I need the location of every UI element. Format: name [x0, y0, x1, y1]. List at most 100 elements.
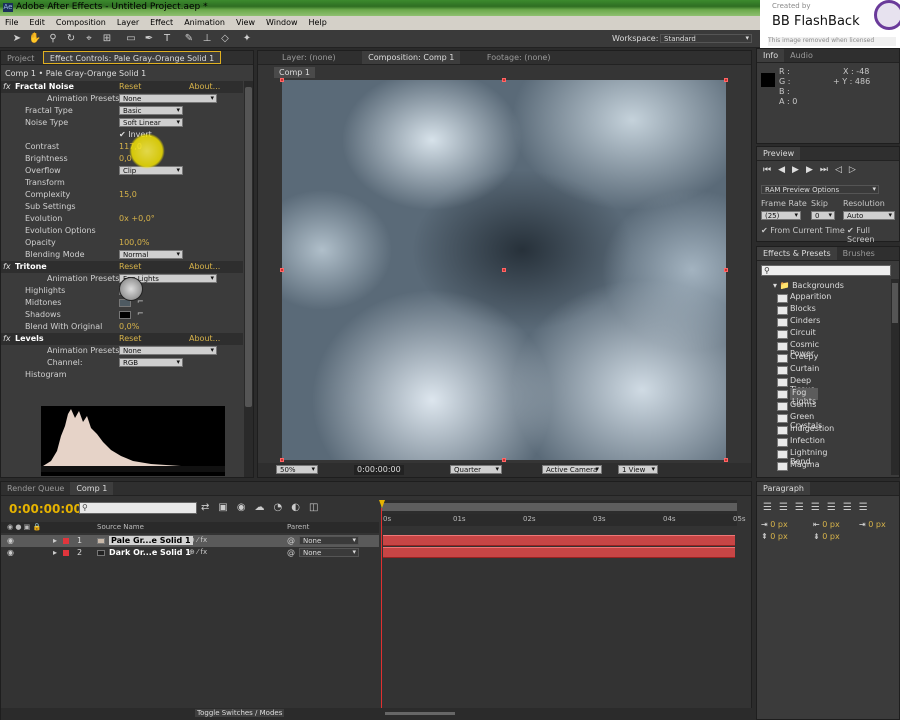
effect-dropdown[interactable]: Soft Linear	[119, 118, 183, 127]
about-link[interactable]: About...	[189, 82, 220, 91]
effects-search-input[interactable]: ⚲	[761, 265, 891, 276]
layer-track-bar[interactable]	[383, 535, 735, 546]
resolution-preview-select[interactable]: Auto	[843, 211, 895, 220]
source-name-header[interactable]: Source Name	[97, 523, 144, 531]
effect-value[interactable]: 15,0	[119, 190, 137, 199]
handle-mr[interactable]	[724, 268, 728, 272]
work-area-bar[interactable]	[381, 500, 737, 514]
tab-comp-1[interactable]: Comp 1	[70, 482, 114, 495]
effect-preset-item[interactable]: Indigestion	[776, 424, 834, 436]
reset-link[interactable]: Reset	[119, 334, 141, 343]
full-screen-checkbox[interactable]: ✔ Full Screen	[847, 226, 899, 244]
effect-value[interactable]: 0x +0,0°	[119, 214, 155, 223]
effect-value[interactable]: 100,0%	[119, 238, 150, 247]
folder-backgrounds[interactable]: ▾ 📁 Backgrounds	[773, 281, 844, 290]
tab-render-queue[interactable]: Render Queue	[1, 482, 70, 495]
tab-layer[interactable]: Layer: (none)	[276, 51, 342, 64]
effects-scroll-thumb[interactable]	[892, 283, 898, 323]
effect-preset-item[interactable]: Apparition	[776, 292, 831, 304]
handle-br[interactable]	[724, 458, 728, 462]
switches-icon[interactable]: ⊕ ⁄ fx	[189, 548, 207, 556]
zoom-tool-icon[interactable]: ⚲	[46, 32, 60, 45]
effect-preset-item[interactable]: Circuit	[777, 328, 816, 340]
tab-composition[interactable]: Composition: Comp 1	[362, 51, 461, 64]
current-time-indicator[interactable]	[379, 500, 385, 720]
clone-stamp-tool-icon[interactable]: ⊥	[200, 32, 214, 45]
effect-preset-item[interactable]: Infection	[777, 436, 825, 448]
transport-controls[interactable]: ⏮◀▶▶⏭◁▷	[763, 165, 863, 175]
scrollbar-thumb[interactable]	[245, 87, 252, 407]
effects-scrollbar[interactable]	[891, 279, 899, 475]
timeline-search-input[interactable]: ⚲	[79, 502, 197, 514]
effect-preset-item[interactable]: Fog Lights	[776, 388, 819, 406]
cti-head[interactable]	[379, 500, 385, 508]
handle-tc[interactable]	[502, 78, 506, 82]
space-after[interactable]: ⇟ 0 px	[813, 532, 840, 541]
handle-tr[interactable]	[724, 78, 728, 82]
pan-behind-tool-icon[interactable]: ⊞	[100, 32, 114, 45]
effect-dropdown[interactable]: Basic	[119, 106, 183, 115]
effect-preset-item[interactable]: Cinders	[776, 316, 820, 328]
about-link[interactable]: About...	[189, 334, 220, 343]
parent-pickwhip-icon[interactable]: @	[287, 536, 295, 545]
parent-select[interactable]: None	[299, 536, 359, 545]
from-current-checkbox[interactable]: ✔ From Current Time	[761, 226, 845, 235]
layer-color-label[interactable]	[63, 538, 69, 544]
selection-tool-icon[interactable]: ➤	[10, 32, 24, 45]
layer-name[interactable]: Pale Gr...e Solid 1	[109, 536, 193, 545]
layer-name[interactable]: Dark Or...e Solid 1	[109, 548, 191, 557]
parent-select[interactable]: None	[299, 548, 359, 557]
effect-value[interactable]: 0,0%	[119, 322, 139, 331]
layer-row[interactable]: ◉ ▸ 1 Pale Gr...e Solid 1 ⊕ ⁄ fx @ None	[1, 535, 379, 547]
indent-left[interactable]: ⇥ 0 px	[761, 520, 788, 529]
handle-tl[interactable]	[280, 78, 284, 82]
tab-effect-controls[interactable]: Effect Controls: Pale Gray-Orange Solid …	[42, 51, 222, 64]
time-ruler[interactable]: 0s 01s 02s 03s 04s 05s	[381, 514, 746, 526]
layer-track-bar[interactable]	[383, 547, 735, 558]
tab-footage[interactable]: Footage: (none)	[481, 51, 557, 64]
skip-select[interactable]: 0	[811, 211, 835, 220]
effect-scrollbar[interactable]	[244, 81, 253, 477]
about-link[interactable]: About...	[189, 262, 220, 271]
tab-paragraph[interactable]: Paragraph	[757, 482, 810, 495]
parent-header[interactable]: Parent	[287, 523, 309, 531]
zoom-slider[interactable]	[385, 712, 455, 715]
parent-pickwhip-icon[interactable]: @	[287, 548, 295, 557]
handle-ml[interactable]	[280, 268, 284, 272]
eraser-tool-icon[interactable]: ◇	[218, 32, 232, 45]
effect-dropdown[interactable]: Normal	[119, 250, 183, 259]
space-before[interactable]: ⇞ 0 px	[761, 532, 788, 541]
switches-icon[interactable]: ⊕ ⁄ fx	[189, 536, 207, 544]
comp-flow-tab[interactable]: Comp 1	[274, 67, 315, 78]
camera-select[interactable]: Active Camera	[542, 465, 602, 474]
menu-layer[interactable]: Layer	[112, 16, 145, 27]
effect-dropdown[interactable]: None	[119, 346, 217, 355]
frame-rate-select[interactable]: (25)	[761, 211, 801, 220]
brush-tool-icon[interactable]: ✎	[182, 32, 196, 45]
tab-effects-presets[interactable]: Effects & Presets	[757, 247, 837, 260]
twirl-icon[interactable]: ▸	[53, 548, 57, 557]
eye-icon[interactable]: ◉	[7, 536, 14, 545]
workspace-select[interactable]: Standard	[660, 34, 752, 43]
toggle-switches-button[interactable]: Toggle Switches / Modes	[195, 709, 285, 717]
work-area[interactable]	[381, 503, 737, 511]
handle-center[interactable]	[502, 268, 506, 272]
tab-preview[interactable]: Preview	[757, 147, 801, 160]
eye-icon[interactable]: ◉	[7, 548, 14, 557]
reset-link[interactable]: Reset	[119, 262, 141, 271]
layer-color-label[interactable]	[63, 550, 69, 556]
handle-bc[interactable]	[502, 458, 506, 462]
tab-info[interactable]: Info	[757, 49, 785, 62]
effect-dropdown[interactable]: None	[119, 94, 217, 103]
effect-dropdown[interactable]: RGB	[119, 358, 183, 367]
evolution-dial[interactable]	[119, 277, 143, 301]
resolution-select[interactable]: Quarter	[450, 465, 502, 474]
mask-tool-icon[interactable]: ▭	[124, 32, 138, 45]
handle-bl[interactable]	[280, 458, 284, 462]
effect-preset-item[interactable]: Curtain	[776, 364, 819, 376]
eyedropper-icon[interactable]: ⌐	[137, 309, 144, 318]
twirl-icon[interactable]: ▸	[53, 536, 57, 545]
timeline-switch-icons[interactable]: ⇄▣◉☁◔◐◫	[201, 502, 327, 513]
zoom-select[interactable]: 50%	[276, 465, 318, 474]
timeline-timecode[interactable]: 0:00:00:00	[9, 502, 82, 516]
